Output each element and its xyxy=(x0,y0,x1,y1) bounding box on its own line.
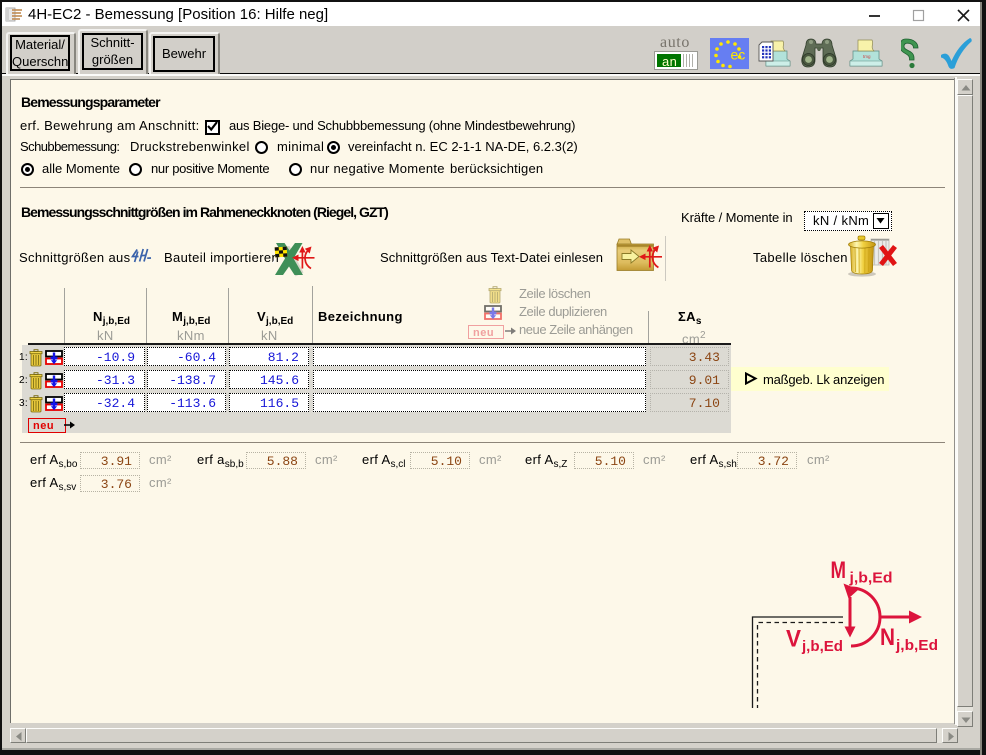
svg-text:M: M xyxy=(831,557,847,584)
svg-text:j,b,Ed: j,b,Ed xyxy=(848,571,892,587)
svg-text:tmg: tmg xyxy=(863,54,871,59)
svg-text:ec: ec xyxy=(731,47,746,63)
svg-text:V: V xyxy=(786,626,801,653)
svg-text:j,b,Ed: j,b,Ed xyxy=(895,638,938,654)
svg-text:j,b,Ed: j,b,Ed xyxy=(801,639,843,655)
svg-text:N: N xyxy=(880,624,895,651)
